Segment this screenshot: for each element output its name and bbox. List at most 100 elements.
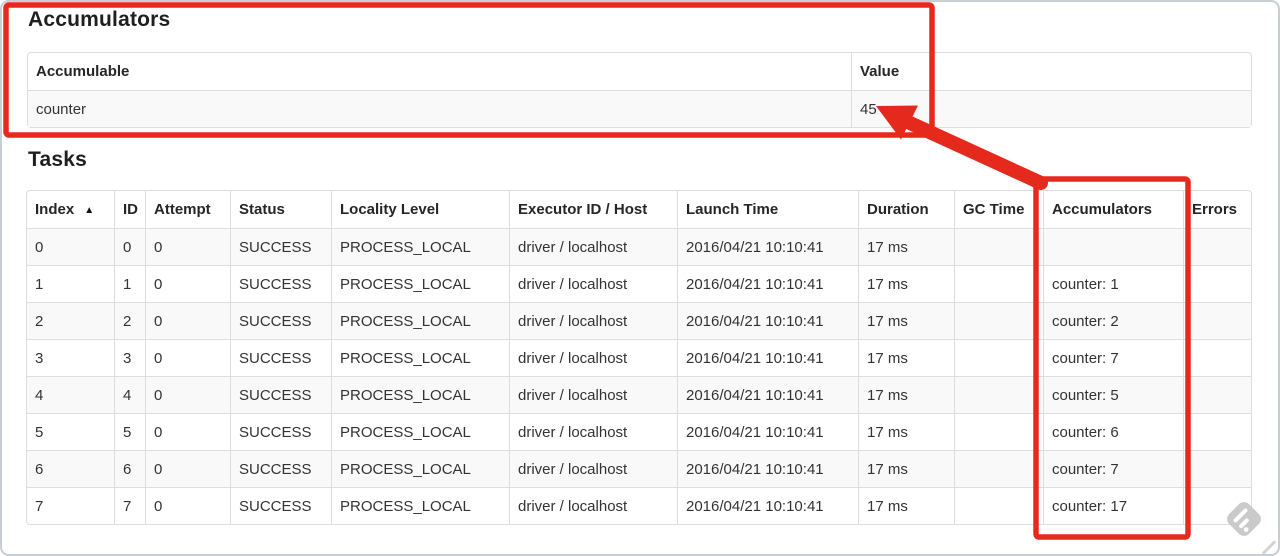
- table-cell: 6: [27, 450, 114, 487]
- spark-stage-page: { "page": { "accumulators_section": { "t…: [0, 0, 1280, 556]
- column-header-errors[interactable]: Errors: [1183, 191, 1251, 228]
- column-label: Status: [239, 201, 285, 218]
- table-cell: PROCESS_LOCAL: [331, 413, 509, 450]
- table-cell: driver / localhost: [509, 450, 677, 487]
- table-cell: 0: [145, 228, 230, 265]
- column-header-accumulable: Accumulable: [28, 53, 851, 90]
- column-header-id[interactable]: ID: [114, 191, 145, 228]
- table-row: 6 6 0 SUCCESS PROCESS_LOCAL driver / localhos…: [27, 450, 1251, 487]
- table-row: 7 7 0 SUCCESS PROCESS_LOCAL driver / localhos…: [27, 487, 1251, 524]
- table-cell: 17 ms: [858, 413, 954, 450]
- table-cell: driver / localhost: [509, 265, 677, 302]
- column-header-status[interactable]: Status: [230, 191, 331, 228]
- table-cell: 2016/04/21 10:10:41: [677, 376, 858, 413]
- table-cell: driver / localhost: [509, 228, 677, 265]
- table-cell: [1183, 450, 1251, 487]
- column-header-index[interactable]: Index ▲: [27, 191, 114, 228]
- table-cell: PROCESS_LOCAL: [331, 265, 509, 302]
- table-cell: 3: [114, 339, 145, 376]
- table-cell: driver / localhost: [509, 302, 677, 339]
- table-cell: 2016/04/21 10:10:41: [677, 487, 858, 524]
- accumulators-heading: Accumulators: [28, 8, 171, 31]
- table-cell: [954, 450, 1043, 487]
- table-cell: [1183, 302, 1251, 339]
- table-cell: SUCCESS: [230, 487, 331, 524]
- table-row: counter 45: [28, 90, 1251, 127]
- table-cell: 0: [145, 265, 230, 302]
- table-cell: counter: 2: [1043, 302, 1183, 339]
- table-cell: 0: [145, 487, 230, 524]
- table-cell: driver / localhost: [509, 376, 677, 413]
- header-row: Accumulable Value: [28, 53, 1251, 90]
- table-row: 2 2 0 SUCCESS PROCESS_LOCAL driver / localhos…: [27, 302, 1251, 339]
- column-label: Executor ID / Host: [518, 201, 648, 218]
- table-cell: SUCCESS: [230, 228, 331, 265]
- tasks-table-body: 0 0 0 SUCCESS PROCESS_LOCAL driver / localhos…: [27, 228, 1251, 524]
- accumulators-table-head: Accumulable Value: [28, 53, 1251, 90]
- table-cell: 2016/04/21 10:10:41: [677, 339, 858, 376]
- table-cell: 17 ms: [858, 450, 954, 487]
- tasks-table: Index ▲ ID Attempt Status Locality Level Execu…: [26, 190, 1252, 525]
- table-cell: PROCESS_LOCAL: [331, 376, 509, 413]
- table-cell: PROCESS_LOCAL: [331, 339, 509, 376]
- table-cell: 7: [114, 487, 145, 524]
- table-cell: 2016/04/21 10:10:41: [677, 265, 858, 302]
- table-cell: 2: [27, 302, 114, 339]
- table-cell: 7: [27, 487, 114, 524]
- table-cell: 17 ms: [858, 302, 954, 339]
- sort-ascending-icon: ▲: [84, 205, 95, 216]
- table-row: 1 1 0 SUCCESS PROCESS_LOCAL driver / localhos…: [27, 265, 1251, 302]
- column-label: Attempt: [154, 201, 211, 218]
- table-cell: counter: [28, 90, 851, 127]
- table-cell: SUCCESS: [230, 450, 331, 487]
- table-cell: counter: 7: [1043, 450, 1183, 487]
- column-label: Accumulators: [1052, 201, 1153, 218]
- table-cell: 2016/04/21 10:10:41: [677, 302, 858, 339]
- column-label: Launch Time: [686, 201, 779, 218]
- column-label: ID: [123, 201, 138, 218]
- table-cell: driver / localhost: [509, 487, 677, 524]
- table-cell: [954, 487, 1043, 524]
- column-label: Value: [860, 63, 900, 80]
- table-cell: 0: [145, 413, 230, 450]
- column-label: Locality Level: [340, 201, 440, 218]
- table-cell: 17 ms: [858, 376, 954, 413]
- column-header-gc-time[interactable]: GC Time: [954, 191, 1043, 228]
- table-cell: SUCCESS: [230, 376, 331, 413]
- column-header-executor-id-host[interactable]: Executor ID / Host: [509, 191, 677, 228]
- table-cell: 3: [27, 339, 114, 376]
- table-cell: counter: 1: [1043, 265, 1183, 302]
- column-header-duration[interactable]: Duration: [858, 191, 954, 228]
- table-cell: 45: [851, 90, 1251, 127]
- column-header-accumulators[interactable]: Accumulators: [1043, 191, 1183, 228]
- table-cell: 17 ms: [858, 487, 954, 524]
- table-cell: driver / localhost: [509, 339, 677, 376]
- column-header-launch-time[interactable]: Launch Time: [677, 191, 858, 228]
- accumulators-table: Accumulable Value counter 45: [27, 52, 1252, 128]
- column-label: Index: [35, 201, 75, 218]
- table-cell: 5: [114, 413, 145, 450]
- table-cell: SUCCESS: [230, 339, 331, 376]
- table-cell: PROCESS_LOCAL: [331, 302, 509, 339]
- table-cell: 17 ms: [858, 339, 954, 376]
- column-label: Errors: [1192, 201, 1238, 218]
- table-cell: 0: [145, 302, 230, 339]
- table-cell: [1183, 339, 1251, 376]
- table-cell: [1183, 228, 1251, 265]
- column-header-attempt[interactable]: Attempt: [145, 191, 230, 228]
- tasks-table-head: Index ▲ ID Attempt Status Locality Level Execu…: [27, 191, 1251, 228]
- table-cell: counter: 17: [1043, 487, 1183, 524]
- table-cell: 2016/04/21 10:10:41: [677, 413, 858, 450]
- column-header-value: Value: [851, 53, 1251, 90]
- table-cell: [954, 376, 1043, 413]
- table-cell: 1: [114, 265, 145, 302]
- header-row: Index ▲ ID Attempt Status Locality Level Execu…: [27, 191, 1251, 228]
- column-label: GC Time: [963, 201, 1025, 218]
- column-header-locality-level[interactable]: Locality Level: [331, 191, 509, 228]
- table-cell: [1183, 265, 1251, 302]
- table-cell: [954, 265, 1043, 302]
- table-row: 3 3 0 SUCCESS PROCESS_LOCAL driver / localhos…: [27, 339, 1251, 376]
- table-cell: 0: [145, 339, 230, 376]
- table-row: 4 4 0 SUCCESS PROCESS_LOCAL driver / localhos…: [27, 376, 1251, 413]
- column-label: Duration: [867, 201, 929, 218]
